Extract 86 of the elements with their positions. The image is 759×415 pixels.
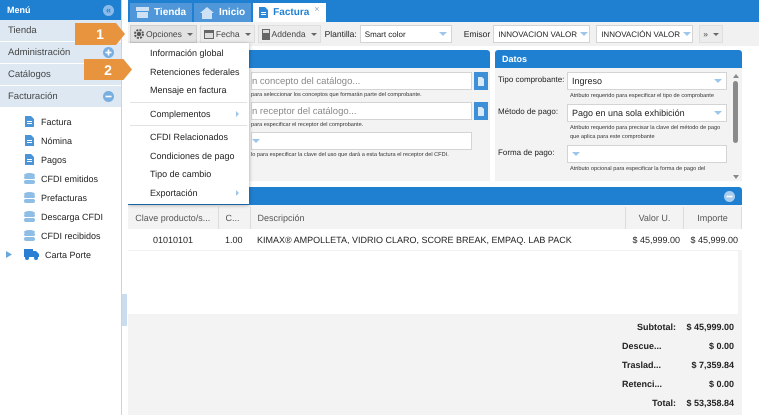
select-field[interactable] bbox=[567, 145, 727, 163]
issuer-name-select[interactable]: INNOVACIÓN VALOR bbox=[596, 25, 694, 43]
more-button[interactable]: » bbox=[699, 25, 723, 43]
calculator-icon bbox=[262, 28, 270, 40]
total-label: Descue... bbox=[622, 340, 663, 350]
column-header[interactable]: Valor U. bbox=[626, 207, 684, 229]
dropdown-arrow-icon bbox=[580, 32, 588, 36]
select-field[interactable]: Ingreso bbox=[567, 72, 727, 90]
menu-item[interactable]: CFDI Relacionados bbox=[128, 128, 249, 146]
menu-item[interactable]: Condiciones de pago bbox=[128, 146, 249, 165]
caret-icon bbox=[186, 32, 193, 36]
total-value: $ 53,358.84 bbox=[685, 398, 734, 408]
total-value: $ 45,999.00 bbox=[685, 322, 734, 332]
dropdown-arrow-icon bbox=[438, 32, 447, 36]
issuer-label: Emisor bbox=[464, 29, 490, 39]
dropdown-arrow-icon bbox=[683, 32, 692, 36]
document-icon bbox=[24, 154, 35, 165]
menu-title: Menú bbox=[7, 5, 30, 15]
step-tooltip: 2 bbox=[84, 59, 132, 80]
template-label: Plantilla: bbox=[324, 29, 357, 39]
total-label: Retenci... bbox=[622, 378, 664, 388]
store-icon bbox=[136, 7, 149, 18]
document-icon bbox=[478, 76, 484, 86]
document-icon bbox=[24, 116, 35, 127]
input-field[interactable] bbox=[251, 132, 472, 150]
submenu-arrow-icon bbox=[236, 110, 239, 117]
sidebar-item[interactable]: Carta Porte bbox=[0, 245, 121, 264]
column-header[interactable]: Descripción bbox=[250, 207, 626, 229]
menu-item[interactable]: Exportación bbox=[128, 184, 249, 202]
add-button[interactable] bbox=[474, 102, 488, 120]
toolbar-button[interactable]: Fecha bbox=[200, 25, 255, 43]
menu-item[interactable]: Mensaje en factura bbox=[128, 81, 249, 100]
caret-icon bbox=[712, 32, 719, 36]
dropdown-arrow-icon bbox=[714, 79, 722, 83]
total-label: Subtotal: bbox=[636, 322, 676, 332]
splitter-handle[interactable] bbox=[122, 294, 127, 326]
tab[interactable]: Factura × bbox=[253, 3, 326, 22]
database-icon bbox=[24, 192, 35, 203]
total-label: Traslad... bbox=[622, 360, 662, 370]
database-icon bbox=[24, 211, 35, 222]
select-field[interactable]: Pago en una sola exhibición bbox=[567, 104, 727, 122]
column-header[interactable]: Importe bbox=[684, 207, 742, 229]
field-label: Forma de pago: bbox=[498, 147, 556, 159]
toolbar-button[interactable]: Addenda bbox=[258, 25, 321, 43]
column-header[interactable]: Clave producto/s... bbox=[128, 207, 218, 229]
template-select[interactable]: Smart color bbox=[360, 25, 452, 43]
database-icon bbox=[24, 230, 35, 241]
field-label: Método de pago: bbox=[498, 106, 560, 118]
panel-title: Datos bbox=[502, 54, 528, 64]
issuer-select[interactable]: INNOVACION VALOR bbox=[493, 25, 590, 43]
column-header[interactable]: C... bbox=[218, 207, 250, 229]
database-icon bbox=[24, 173, 35, 184]
input-field[interactable]: n concepto del catálogo... bbox=[251, 72, 472, 90]
total-value: $ 0.00 bbox=[708, 378, 734, 388]
sidebar-item[interactable]: Prefacturas bbox=[0, 188, 121, 207]
document-icon bbox=[478, 106, 484, 116]
step-tooltip: 1 bbox=[75, 23, 125, 45]
sidebar-item[interactable]: Pagos bbox=[0, 150, 121, 169]
caret-icon bbox=[244, 32, 251, 36]
sidebar-section[interactable]: Facturación bbox=[0, 86, 121, 108]
home-icon bbox=[200, 6, 214, 18]
sidebar-item[interactable]: Descarga CFDI bbox=[0, 207, 121, 226]
dropdown-arrow-icon bbox=[572, 152, 580, 156]
scrollbar[interactable] bbox=[732, 72, 739, 181]
sidebar-item[interactable]: Factura bbox=[0, 112, 121, 131]
total-label: Total: bbox=[651, 398, 676, 408]
minus-icon[interactable] bbox=[724, 190, 735, 202]
calendar-icon bbox=[204, 29, 214, 39]
sidebar-item[interactable]: Nómina bbox=[0, 131, 121, 150]
total-value: $ 7,359.84 bbox=[690, 360, 734, 370]
caret-icon bbox=[310, 32, 317, 36]
toolbar-button[interactable]: Opciones bbox=[130, 25, 197, 43]
sidebar-item[interactable]: CFDI recibidos bbox=[0, 226, 121, 245]
menu-item[interactable]: Complementos bbox=[128, 104, 249, 123]
total-value: $ 0.00 bbox=[708, 340, 734, 350]
submenu-arrow-icon bbox=[236, 190, 239, 196]
add-button[interactable] bbox=[474, 72, 488, 90]
input-field[interactable]: n receptor del catálogo... bbox=[251, 102, 472, 120]
sidebar-item[interactable]: CFDI emitidos bbox=[0, 169, 121, 188]
dropdown-arrow-icon bbox=[714, 111, 722, 115]
gear-icon bbox=[134, 29, 144, 39]
document-icon bbox=[259, 7, 268, 18]
document-icon bbox=[24, 135, 35, 146]
field-label: Tipo comprobante: bbox=[498, 74, 564, 86]
truck-icon bbox=[24, 249, 39, 260]
menu-item[interactable]: Tipo de cambio bbox=[128, 165, 249, 184]
